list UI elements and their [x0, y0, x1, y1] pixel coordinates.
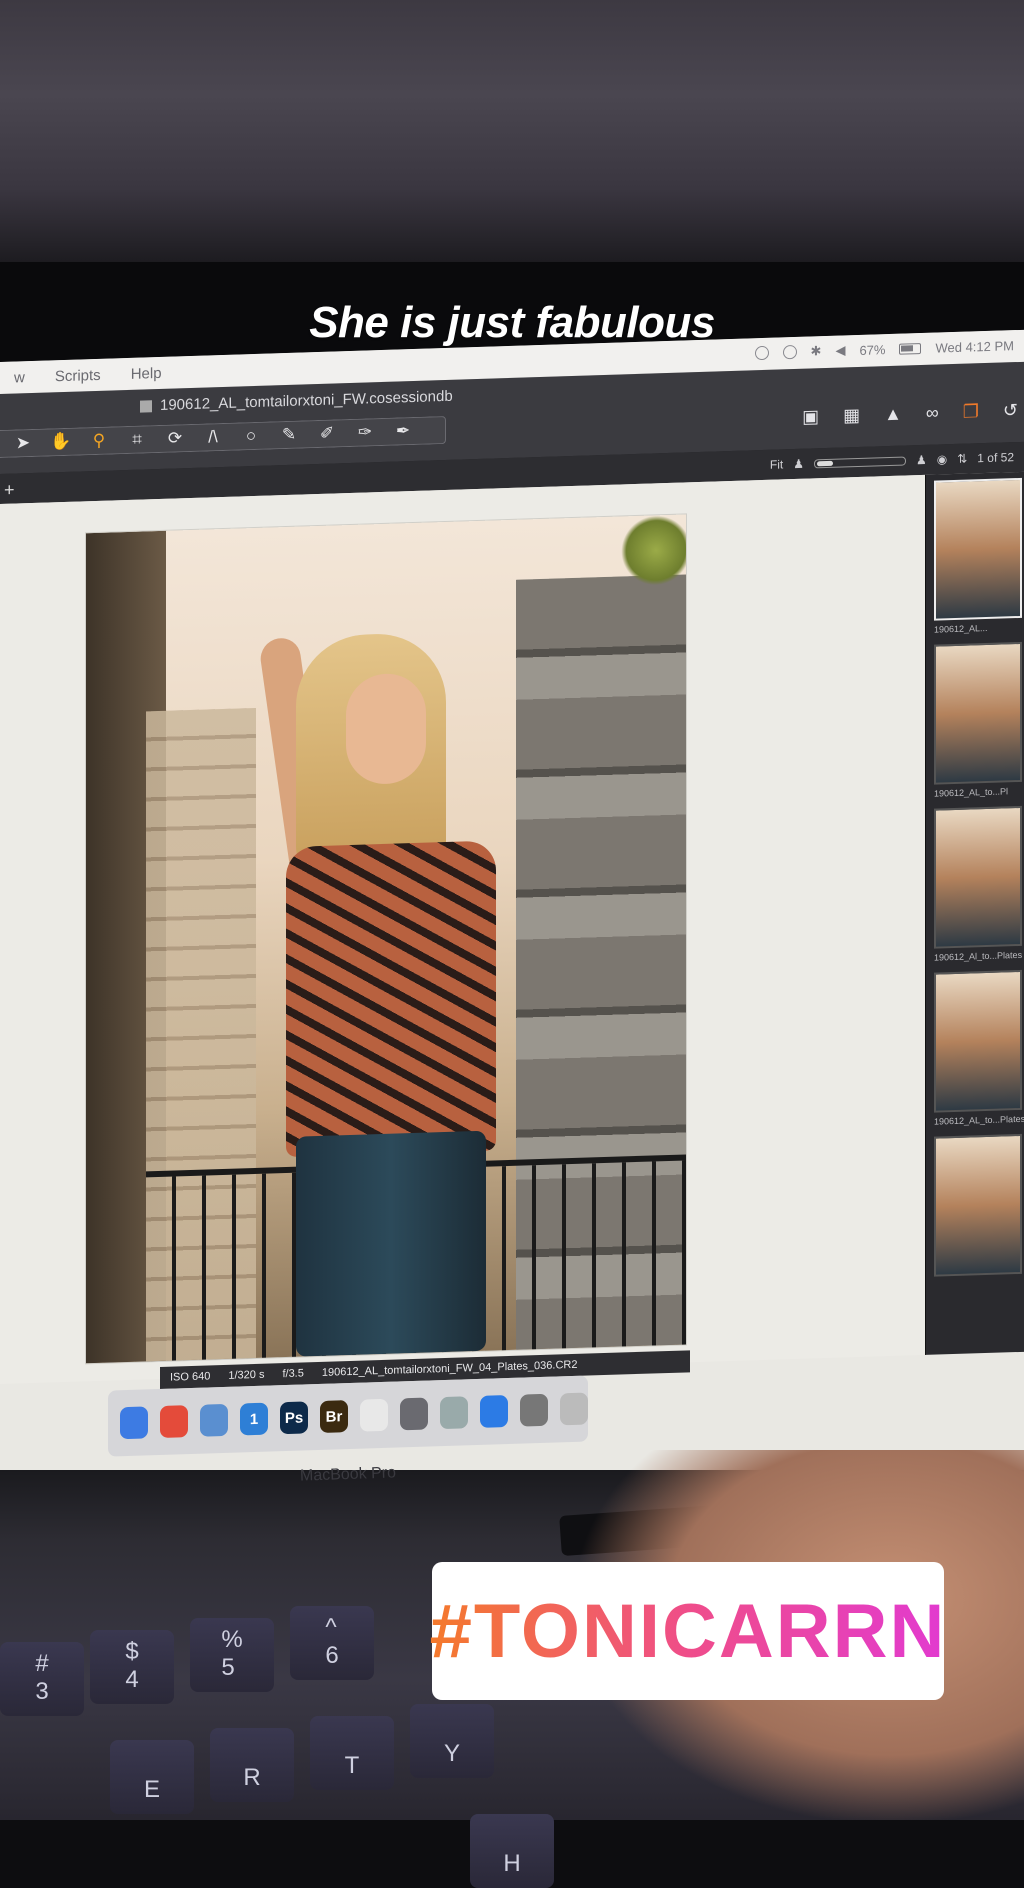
- dock-app-icon[interactable]: [120, 1406, 148, 1440]
- grid-icon[interactable]: ▦: [843, 405, 860, 427]
- proof-glasses-icon[interactable]: ∞: [926, 402, 939, 423]
- add-icon[interactable]: +: [4, 480, 15, 501]
- menu-clock[interactable]: Wed 4:12 PM: [935, 338, 1014, 355]
- aperture-value: f/3.5: [282, 1367, 304, 1381]
- keyboard-key[interactable]: Y: [410, 1704, 494, 1778]
- thumbnail[interactable]: [934, 477, 1022, 621]
- ceiling-background: [0, 0, 1024, 270]
- model-jeans: [296, 1130, 486, 1357]
- menu-item-window[interactable]: w: [14, 369, 25, 386]
- person-small-icon: ♟: [793, 456, 804, 472]
- macbook-label: MacBook Pro: [299, 1464, 397, 1485]
- session-file-icon: [140, 399, 152, 413]
- photo-tree: [621, 514, 686, 587]
- keyboard-key[interactable]: H: [470, 1814, 554, 1888]
- iso-value: ISO 640: [170, 1370, 211, 1384]
- erase-icon[interactable]: ✐: [312, 423, 342, 444]
- laptop-screen: w Scripts Help ✱ ◀ 67% Wed 4:12 PM 19061…: [0, 329, 1024, 1523]
- keyboard-key[interactable]: $ 4: [90, 1630, 174, 1704]
- hand-icon[interactable]: ✋: [46, 432, 76, 453]
- zoom-icon[interactable]: ⚲: [84, 430, 114, 451]
- viewer-controls: Fit ♟ ♟ ◉ ⇅ 1 of 52: [770, 450, 1014, 472]
- person-large-icon: ♟: [915, 452, 927, 468]
- copy-adjustments-icon[interactable]: ❐: [963, 401, 979, 423]
- circle-mask-icon[interactable]: ○: [236, 426, 266, 447]
- keystone-icon[interactable]: /\: [198, 427, 228, 448]
- fit-label[interactable]: Fit: [770, 457, 783, 471]
- zoom-slider[interactable]: [813, 456, 906, 468]
- photo-filename: 190612_AL_tomtailorxtoni_FW_04_Plates_03…: [321, 1358, 578, 1379]
- siri-icon[interactable]: [782, 344, 797, 360]
- hashtag-sticker[interactable]: #TONICARRN: [429, 1562, 947, 1700]
- image-viewer[interactable]: ISO 640 1/320 s f/3.5 190612_AL_tomtailo…: [0, 474, 925, 1389]
- thumbnail-label: 190612_Al_to...Plates: [934, 949, 1023, 963]
- thumbnail-label: 190612_AL_to...Plates_0: [934, 1113, 1024, 1127]
- dock-app-icon[interactable]: Br: [320, 1400, 348, 1433]
- dock-app-icon[interactable]: 1: [240, 1402, 268, 1436]
- time-machine-icon[interactable]: [754, 345, 769, 361]
- sort-icon[interactable]: ⇅: [957, 452, 967, 466]
- menu-item-scripts[interactable]: Scripts: [55, 366, 101, 384]
- toolbar-right: ▣ ▦ ▲ ∞ ❐ ↺: [802, 400, 1024, 428]
- menu-extras: ✱ ◀ 67% Wed 4:12 PM: [754, 337, 1014, 361]
- keyboard-key[interactable]: ^ 6: [290, 1606, 374, 1680]
- cursor-tools: ➤ ✋ ⚲ ⌗ ⟳ /\ ○ ✎ ✐ ✑ ✒: [0, 415, 446, 458]
- dock-app-icon[interactable]: Ps: [280, 1401, 308, 1435]
- keyboard-key[interactable]: E: [110, 1740, 194, 1814]
- thumbnail[interactable]: [934, 969, 1022, 1113]
- window-title: 190612_AL_tomtailorxtoni_FW.cosessiondb: [140, 388, 453, 415]
- dock-app-icon[interactable]: [520, 1393, 548, 1427]
- bluetooth-icon[interactable]: ✱: [811, 343, 822, 359]
- eye-icon[interactable]: ◉: [937, 452, 947, 466]
- dock-app-icon[interactable]: [360, 1398, 388, 1432]
- thumbnail[interactable]: [934, 641, 1022, 785]
- image-count: 1 of 52: [977, 450, 1014, 466]
- dock-app-icon[interactable]: [200, 1403, 228, 1437]
- keyboard-key[interactable]: # 3: [0, 1642, 84, 1716]
- thumbnail-label: 190612_AL...: [934, 622, 988, 635]
- thumbnail[interactable]: [934, 1133, 1022, 1277]
- thumbnail[interactable]: [934, 805, 1022, 949]
- menu-item-help[interactable]: Help: [131, 364, 162, 382]
- battery-percent: 67%: [859, 341, 886, 358]
- photo-model: [258, 610, 496, 1357]
- keyboard-key[interactable]: % 5: [190, 1618, 274, 1692]
- shutter-value: 1/320 s: [228, 1368, 265, 1382]
- gradient-icon[interactable]: ✑: [350, 422, 380, 443]
- window-title-text: 190612_AL_tomtailorxtoni_FW.cosessiondb: [160, 387, 453, 414]
- crop-icon[interactable]: ⌗: [122, 429, 152, 450]
- brush-icon[interactable]: ✎: [274, 424, 304, 445]
- dock-app-icon[interactable]: [440, 1396, 468, 1430]
- dock-app-icon[interactable]: [560, 1392, 588, 1426]
- volume-icon[interactable]: ◀: [835, 342, 845, 358]
- thumbnail-label: 190612_AL_to...Pl: [934, 786, 1009, 799]
- hashtag-text: #TONICARRN: [429, 1588, 947, 1674]
- battery-icon[interactable]: [899, 342, 922, 355]
- edit-icon[interactable]: ▣: [802, 406, 819, 428]
- selected-photo[interactable]: [86, 514, 686, 1364]
- dock-app-icon[interactable]: [400, 1397, 428, 1431]
- rotate-icon[interactable]: ⟳: [160, 428, 190, 449]
- dock-app-icon[interactable]: [480, 1395, 508, 1428]
- keyboard-key[interactable]: T: [310, 1716, 394, 1790]
- model-striped-shirt: [286, 840, 496, 1158]
- model-face: [346, 672, 426, 786]
- warning-icon[interactable]: ▲: [884, 404, 902, 426]
- dock: 1 Ps Br: [108, 1375, 588, 1457]
- dock-app-icon[interactable]: [160, 1405, 188, 1438]
- annotate-icon[interactable]: ✒: [388, 421, 418, 442]
- filmstrip[interactable]: 190612_AL... 190612_AL_to...Pl 190612_Al…: [925, 471, 1024, 1355]
- undo-icon[interactable]: ↺: [1003, 400, 1018, 421]
- pointer-icon[interactable]: ➤: [8, 433, 38, 454]
- keyboard-key[interactable]: R: [210, 1728, 294, 1802]
